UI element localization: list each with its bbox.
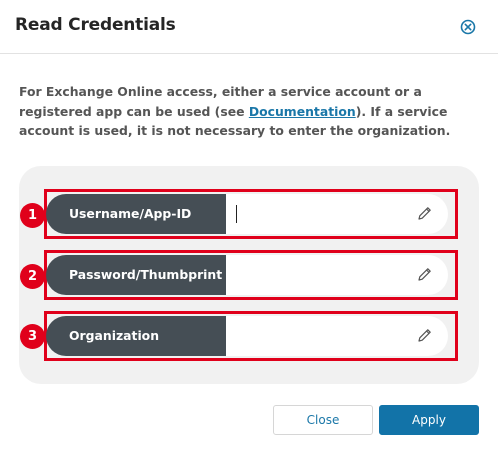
apply-button[interactable]: Apply	[379, 405, 479, 435]
close-circle-icon[interactable]	[460, 19, 476, 35]
password-input[interactable]	[226, 255, 448, 295]
dialog-title: Read Credentials	[15, 15, 176, 35]
organization-field: Organization	[46, 316, 454, 356]
username-field: Username/App-ID	[46, 194, 454, 234]
step-badge-1: 1	[20, 203, 45, 228]
organization-label: Organization	[46, 316, 226, 356]
organization-input[interactable]	[226, 316, 448, 356]
pencil-icon[interactable]	[416, 266, 433, 283]
password-label: Password/Thumbprint	[46, 255, 226, 295]
password-field: Password/Thumbprint	[46, 255, 454, 295]
text-caret	[236, 205, 237, 223]
username-input[interactable]	[226, 194, 448, 234]
step-badge-3: 3	[20, 324, 45, 349]
documentation-link[interactable]: Documentation	[249, 104, 356, 119]
close-button[interactable]: Close	[273, 405, 373, 435]
description-text: For Exchange Online access, either a ser…	[19, 82, 481, 141]
dialog-header: Read Credentials	[0, 0, 498, 54]
username-label: Username/App-ID	[46, 194, 226, 234]
step-badge-2: 2	[20, 264, 45, 289]
pencil-icon[interactable]	[416, 205, 433, 222]
pencil-icon[interactable]	[416, 327, 433, 344]
